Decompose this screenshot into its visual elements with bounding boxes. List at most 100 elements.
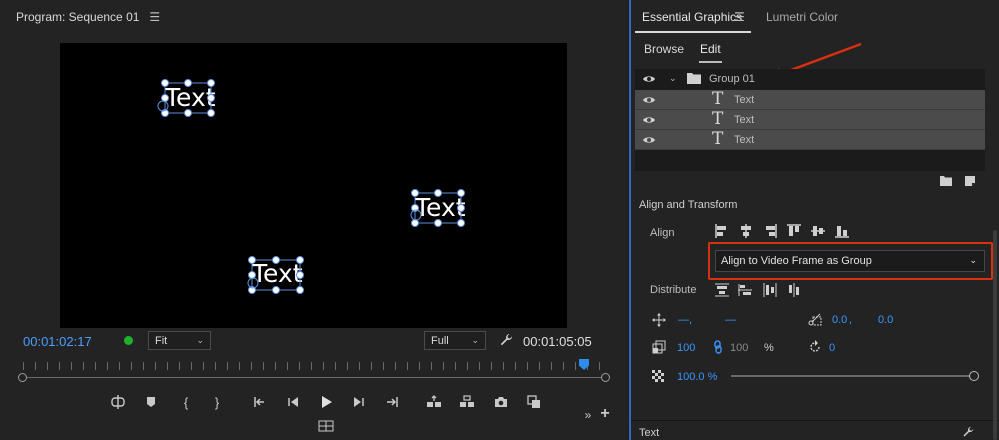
comparison-view-icon[interactable] [525,393,543,411]
go-to-out-icon[interactable] [383,393,401,411]
subtab-browse[interactable]: Browse [644,42,684,56]
time-ruler-ticks [23,362,605,370]
distribute-middle-icon[interactable] [786,282,802,298]
double-chevron-right-icon[interactable]: » [579,406,597,424]
position-separator: , [689,314,693,326]
distribute-vertical-icon[interactable] [762,282,778,298]
status-indicator-dot [124,336,133,345]
scale-width-value: 100 [730,342,749,354]
scrubber-track [23,377,605,378]
panel-scrollbar[interactable] [989,0,999,440]
position-x-value[interactable]: — [678,314,689,326]
add-button-plus-icon[interactable]: + [596,405,614,423]
multi-camera-grid-icon[interactable] [318,420,334,432]
distribute-center-icon[interactable] [737,282,753,298]
mark-in-icon[interactable]: { [177,393,195,411]
folder-icon [687,73,701,84]
active-tab-underline [635,31,751,33]
tab-lumetri-color[interactable]: Lumetri Color [766,10,838,24]
eye-icon[interactable] [642,135,656,145]
program-panel-title[interactable]: Program: Sequence 01 [16,10,139,24]
program-video-frame[interactable]: Text Text Text [60,43,567,328]
layers-list: ⌄ Group 01 T Text T Text T Text [635,69,985,171]
text-layer-icon: T [712,89,724,109]
align-transform-title: Align and Transform [639,199,738,211]
resolution-select[interactable]: Full ⌄ [424,331,486,350]
step-back-icon[interactable] [284,393,302,411]
hamburger-menu-icon[interactable]: ☰ [734,10,745,24]
layer-row-text[interactable]: T Text [635,130,985,150]
layer-row-text[interactable]: T Text [635,110,985,130]
position-y-value[interactable]: — [725,314,736,326]
subtab-edit[interactable]: Edit [699,42,722,63]
eye-icon[interactable] [642,115,656,125]
text-layer-icon: T [712,129,724,149]
distribute-horizontal-icon[interactable] [714,282,730,298]
tab-essential-graphics[interactable]: Essential Graphics [642,10,742,24]
chevron-down-icon: ⌄ [196,335,204,345]
program-monitor-panel: Program: Sequence 01 ☰ Text Text Text 00… [0,0,628,440]
essential-graphics-panel: Essential Graphics ☰ Lumetri Color Brows… [629,0,999,440]
anchor-separator: , [849,314,853,326]
align-horizontal-center-icon[interactable] [738,223,754,239]
align-bottom-icon[interactable] [834,223,850,239]
program-panel-header: Program: Sequence 01 ☰ [0,0,628,34]
go-to-in-icon[interactable] [251,393,269,411]
new-group-folder-icon[interactable] [940,175,952,186]
anchor-x-value[interactable]: 0.0 [832,314,847,326]
position-move-icon [652,313,666,327]
layer-row-text[interactable]: T Text [635,90,985,110]
in-point-handle[interactable] [18,373,27,382]
play-icon[interactable] [317,393,335,411]
anchor-point-icon [808,313,822,326]
layer-row-group[interactable]: ⌄ Group 01 [635,69,985,89]
chevron-down-icon[interactable]: ⌄ [669,73,677,84]
rotation-value[interactable]: 0 [829,342,835,354]
layer-label: Text [734,94,755,106]
selection-handles-overlay [157,79,465,294]
extract-icon[interactable] [458,393,476,411]
align-label: Align [650,227,675,239]
align-right-icon[interactable] [762,223,778,239]
wrench-icon[interactable] [498,332,514,348]
align-top-icon[interactable] [786,223,802,239]
lift-extract-icon[interactable] [109,393,127,411]
resolution-select-value: Full [431,334,449,347]
section-divider [631,420,999,421]
timeline-scrubber[interactable] [18,362,610,384]
zoom-select-value: Fit [155,334,168,347]
annotation-highlight-box [708,242,993,280]
opacity-slider-track[interactable] [731,375,971,377]
step-forward-icon[interactable] [350,393,368,411]
out-point-handle[interactable] [601,373,610,382]
add-marker-icon[interactable] [142,393,160,411]
playhead-timecode[interactable]: 00:01:02:17 [23,334,92,349]
hamburger-menu-icon[interactable]: ☰ [149,10,160,24]
layer-label: Text [734,114,755,126]
opacity-slider-handle[interactable] [969,371,979,381]
opacity-checker-icon [652,370,664,382]
scale-unit: % [764,342,774,354]
text-layer-icon: T [712,109,724,129]
link-chain-icon[interactable] [711,340,725,354]
duration-timecode: 00:01:05:05 [523,334,592,349]
chevron-down-icon: ⌄ [471,335,479,345]
anchor-y-value[interactable]: 0.0 [878,314,893,326]
eye-icon[interactable] [642,74,656,84]
align-left-icon[interactable] [714,223,730,239]
align-vertical-center-icon[interactable] [810,223,826,239]
scrollbar-thumb[interactable] [993,230,997,440]
distribute-label: Distribute [650,284,697,296]
wrench-icon[interactable] [961,425,975,439]
eye-icon[interactable] [642,95,656,105]
new-layer-icon[interactable] [964,175,976,186]
scale-value[interactable]: 100 [677,342,695,354]
lift-icon[interactable] [425,393,443,411]
zoom-select[interactable]: Fit ⌄ [148,331,211,350]
opacity-value[interactable]: 100.0 % [677,371,717,383]
layer-label: Group 01 [709,73,755,85]
export-frame-camera-icon[interactable] [492,393,510,411]
rotation-icon [810,340,820,352]
text-section-title: Text [639,427,660,439]
mark-out-icon[interactable]: } [208,393,226,411]
